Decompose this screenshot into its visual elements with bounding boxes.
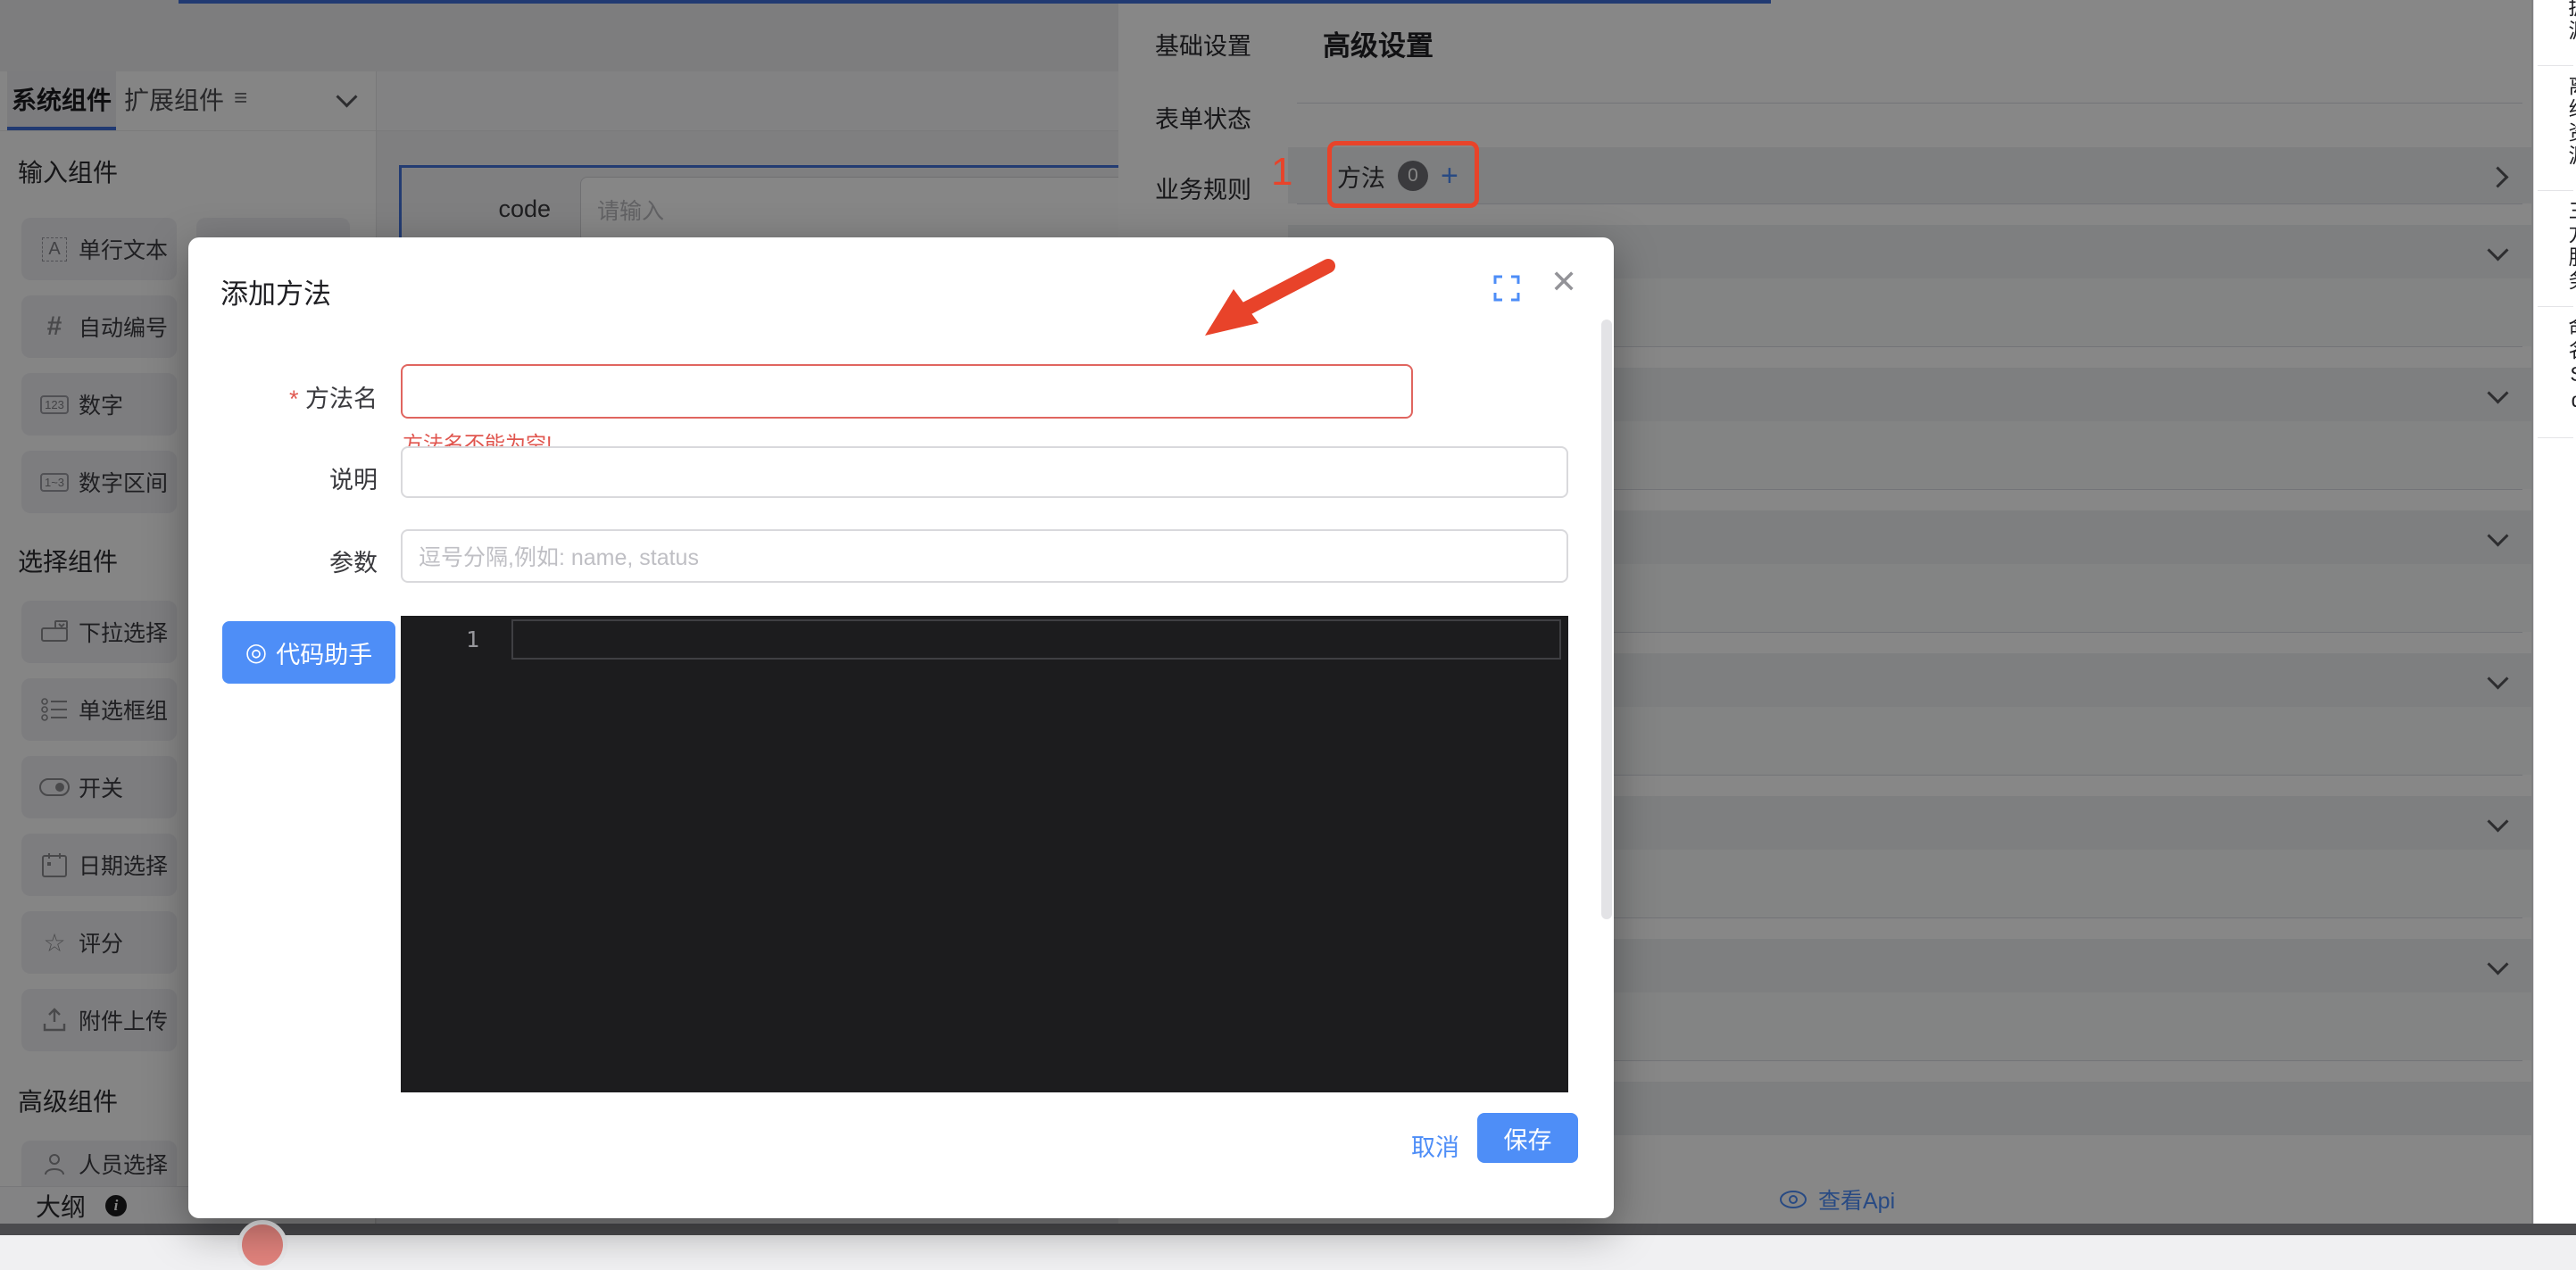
- code-editor[interactable]: 1: [401, 616, 1568, 1092]
- annotation-step-number: 1: [1271, 150, 1292, 195]
- line-number: 1: [444, 627, 479, 652]
- dialog-scrollbar[interactable]: [1601, 320, 1612, 919]
- tab-named-sql[interactable]: 命名Sql: [2545, 316, 2576, 440]
- divider: [2538, 65, 2573, 66]
- tab-offline-resources[interactable]: 离线资源: [2545, 75, 2576, 168]
- close-icon[interactable]: ✕: [1550, 266, 1577, 298]
- method-name-input[interactable]: [401, 364, 1413, 419]
- fullscreen-icon[interactable]: [1493, 275, 1520, 302]
- description-label: 说明: [188, 461, 378, 495]
- params-input[interactable]: 逗号分隔,例如: name, status: [401, 529, 1568, 583]
- description-input[interactable]: [401, 446, 1568, 498]
- assistant-icon: ◎: [245, 640, 267, 665]
- current-line-highlight: [511, 619, 1561, 660]
- tab-data-source[interactable]: 数据源: [2545, 0, 2576, 43]
- bottom-edge-band: [0, 1224, 2576, 1235]
- method-name-label: 方法名: [188, 379, 378, 414]
- divider: [2538, 437, 2573, 438]
- divider: [2538, 306, 2573, 307]
- dialog-title: 添加方法: [220, 271, 331, 311]
- resource-tab-strip: 数据源 离线资源 三方服务 命名Sql: [2533, 0, 2576, 1224]
- params-label: 参数: [188, 544, 378, 578]
- params-placeholder: 逗号分隔,例如: name, status: [419, 540, 699, 572]
- save-button[interactable]: 保存: [1477, 1113, 1578, 1163]
- annotation-highlight-box: [1327, 141, 1479, 208]
- floating-help-button[interactable]: [237, 1220, 287, 1270]
- divider: [2538, 190, 2573, 191]
- cancel-button[interactable]: 取消: [1402, 1123, 1468, 1168]
- add-method-dialog: 添加方法 ✕ 方法名 方法名不能为空! 说明 参数 逗号分隔,例如: name,…: [188, 237, 1614, 1218]
- code-assistant-button[interactable]: ◎ 代码助手: [222, 621, 395, 684]
- tab-third-party-services[interactable]: 三方服务: [2545, 200, 2576, 293]
- annotation-arrow: [1187, 243, 1357, 350]
